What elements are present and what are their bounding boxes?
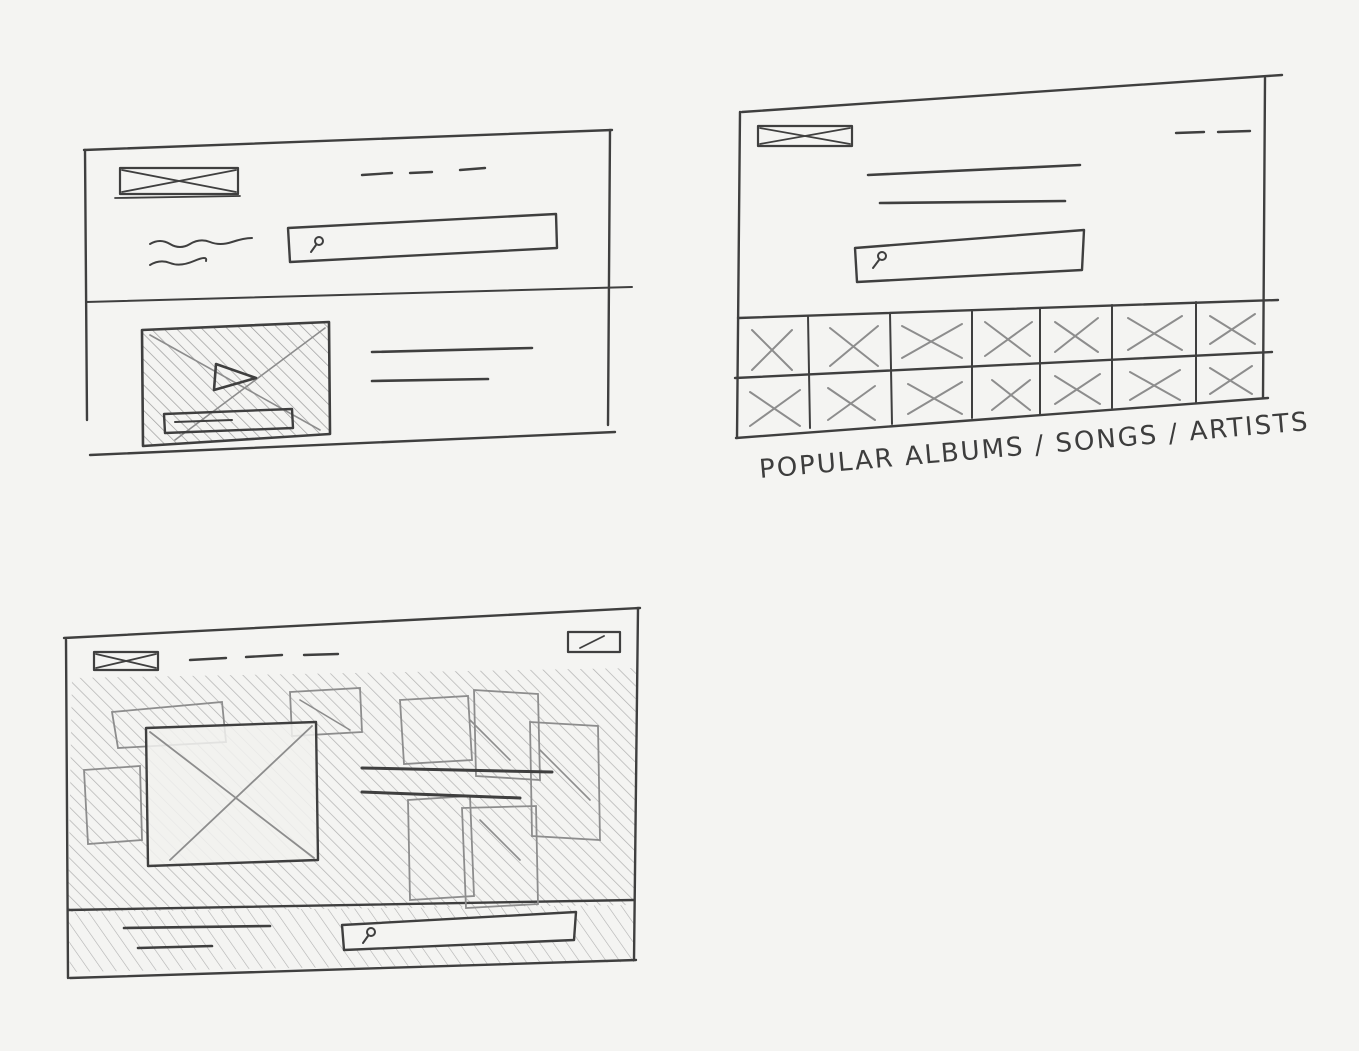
nav-links bbox=[188, 652, 340, 662]
logo-placeholder bbox=[114, 166, 241, 199]
wireframe-sketch-sheet: POPULAR ALBUMS / SONGS / ARTISTS bbox=[62, 73, 1311, 980]
corner-button bbox=[566, 630, 622, 654]
grid-caption: POPULAR ALBUMS / SONGS / ARTISTS bbox=[758, 407, 1311, 485]
search-bar bbox=[853, 228, 1086, 284]
wireframe-popular-grid: POPULAR ALBUMS / SONGS / ARTISTS bbox=[733, 73, 1311, 485]
wireframe-fullscreen-hero bbox=[62, 606, 642, 980]
search-bar bbox=[286, 212, 559, 264]
wireframe-search-detail bbox=[82, 128, 633, 457]
scribble-tagline bbox=[149, 237, 253, 266]
sketch-frame bbox=[734, 73, 1284, 440]
text-lines bbox=[370, 346, 534, 383]
nav-links bbox=[1174, 129, 1252, 135]
logo-placeholder bbox=[92, 650, 160, 672]
album-grid bbox=[733, 298, 1280, 429]
headline-lines bbox=[866, 163, 1082, 205]
nav-links bbox=[360, 166, 487, 177]
logo-placeholder bbox=[756, 124, 854, 148]
hero-image bbox=[144, 720, 320, 868]
